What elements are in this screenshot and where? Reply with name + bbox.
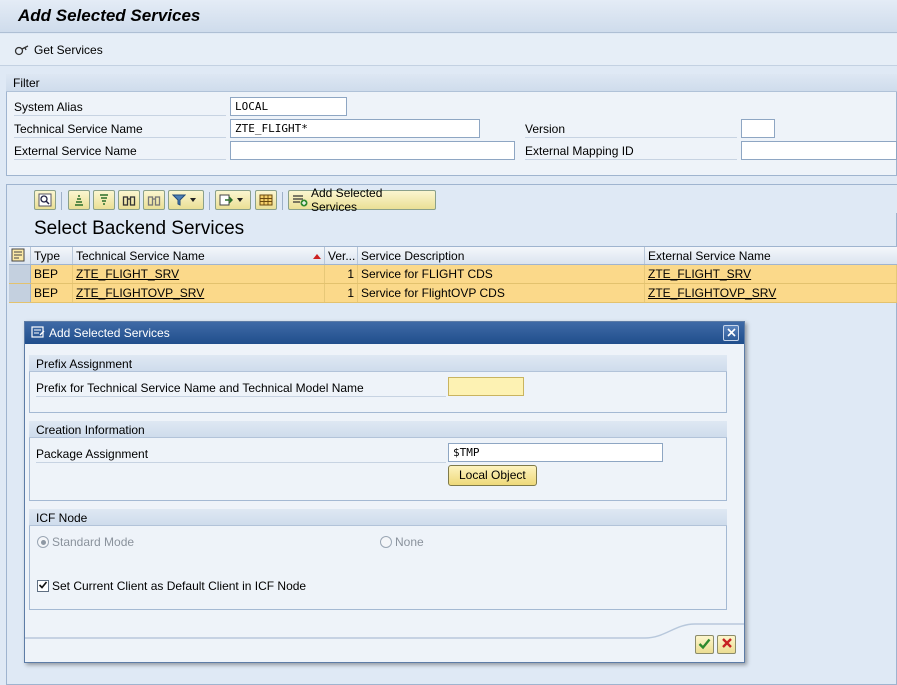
- sort-descending-button[interactable]: [93, 190, 115, 210]
- find-next-button[interactable]: [143, 190, 165, 210]
- none-radio[interactable]: [380, 536, 392, 548]
- page-title: Add Selected Services: [18, 6, 201, 25]
- dialog-title: Add Selected Services: [49, 326, 170, 340]
- local-object-button[interactable]: Local Object: [448, 465, 537, 486]
- external-service-name-field[interactable]: [230, 141, 515, 160]
- add-selected-services-button[interactable]: Add Selected Services: [288, 186, 436, 214]
- find-button[interactable]: [118, 190, 140, 210]
- column-header-external-service-name[interactable]: External Service Name: [645, 247, 897, 264]
- add-selected-services-label: Add Selected Services: [311, 186, 383, 214]
- toolbar-separator: [209, 192, 210, 210]
- checkmark-icon: [698, 637, 711, 653]
- layout-button[interactable]: [255, 190, 277, 210]
- export-button[interactable]: [215, 190, 251, 210]
- alv-toolbar: [7, 185, 897, 213]
- default-client-checkbox[interactable]: [37, 580, 49, 592]
- sort-descending-icon: [97, 193, 111, 207]
- sort-indicator-icon: [313, 248, 321, 262]
- technical-service-name-link[interactable]: ZTE_FLIGHT_SRV: [76, 267, 179, 281]
- get-services-label: Get Services: [34, 43, 103, 57]
- filter-button[interactable]: [168, 190, 204, 210]
- list-title: Select Backend Services: [34, 218, 245, 239]
- toolbar-separator: [61, 192, 62, 210]
- technical-service-name-link[interactable]: ZTE_FLIGHTOVP_SRV: [76, 286, 204, 300]
- prefix-field[interactable]: [448, 377, 524, 396]
- system-alias-label: System Alias: [14, 98, 226, 116]
- sort-ascending-icon: [72, 193, 86, 207]
- dialog-footer-decoration: [25, 623, 744, 639]
- cell-service-description: Service for FLIGHT CDS: [358, 265, 645, 283]
- cell-version: 1: [325, 284, 358, 302]
- grid-icon: [259, 193, 273, 207]
- technical-service-name-label: Technical Service Name: [14, 120, 226, 138]
- filter-header: Filter: [6, 74, 897, 92]
- dialog-close-button[interactable]: [723, 325, 739, 341]
- export-icon: [219, 193, 233, 207]
- standard-mode-label: Standard Mode: [52, 535, 135, 549]
- funnel-icon: [172, 193, 186, 207]
- external-service-name-link[interactable]: ZTE_FLIGHTOVP_SRV: [648, 286, 776, 300]
- standard-mode-radio[interactable]: [37, 536, 49, 548]
- package-assignment-label: Package Assignment: [36, 445, 446, 463]
- row-selector[interactable]: [9, 265, 31, 283]
- technical-service-name-field[interactable]: ZTE_FLIGHT*: [230, 119, 480, 138]
- get-services-icon: [14, 43, 30, 57]
- confirm-button[interactable]: [695, 635, 714, 654]
- version-field[interactable]: [741, 119, 775, 138]
- package-assignment-field[interactable]: $TMP: [448, 443, 663, 462]
- prefix-label: Prefix for Technical Service Name and Te…: [36, 379, 446, 397]
- version-label: Version: [525, 120, 737, 138]
- external-service-name-label: External Service Name: [14, 142, 226, 160]
- system-alias-field[interactable]: LOCAL: [230, 97, 347, 116]
- external-mapping-id-field[interactable]: [741, 141, 897, 160]
- binoculars-next-icon: [147, 193, 161, 207]
- table-header: Type Technical Service Name Ver... Servi…: [9, 246, 897, 265]
- column-header-technical-service-name-label: Technical Service Name: [76, 249, 205, 263]
- table-row[interactable]: BEP ZTE_FLIGHTOVP_SRV 1 Service for Flig…: [9, 284, 897, 303]
- creation-information-header: Creation Information: [29, 421, 727, 438]
- checkmark-icon: [38, 579, 48, 593]
- select-all-icon: [11, 248, 25, 264]
- icf-node-header: ICF Node: [29, 509, 727, 526]
- chevron-down-icon: [237, 197, 243, 203]
- chevron-down-icon: [190, 197, 196, 203]
- default-client-label: Set Current Client as Default Client in …: [52, 579, 307, 593]
- binoculars-icon: [122, 193, 136, 207]
- column-header-version[interactable]: Ver...: [325, 247, 358, 264]
- get-services-button[interactable]: Get Services: [14, 41, 103, 59]
- table-row[interactable]: BEP ZTE_FLIGHT_SRV 1 Service for FLIGHT …: [9, 265, 897, 284]
- application-toolbar: [0, 34, 897, 66]
- cell-service-description: Service for FlightOVP CDS: [358, 284, 645, 302]
- cancel-icon: [721, 637, 733, 652]
- toolbar-separator: [282, 192, 283, 210]
- cell-version: 1: [325, 265, 358, 283]
- cancel-button[interactable]: [717, 635, 736, 654]
- none-label: None: [395, 535, 424, 549]
- column-header-type[interactable]: Type: [31, 247, 73, 264]
- column-header-service-description[interactable]: Service Description: [358, 247, 645, 264]
- cell-type: BEP: [31, 265, 73, 283]
- details-button[interactable]: [34, 190, 56, 210]
- sort-ascending-button[interactable]: [68, 190, 90, 210]
- magnifier-icon: [38, 193, 52, 207]
- select-all-cell[interactable]: [9, 247, 31, 264]
- row-selector[interactable]: [9, 284, 31, 302]
- close-icon: [726, 326, 736, 340]
- column-header-technical-service-name[interactable]: Technical Service Name: [73, 247, 325, 264]
- prefix-assignment-header: Prefix Assignment: [29, 355, 727, 372]
- add-services-icon: [292, 193, 308, 207]
- cell-type: BEP: [31, 284, 73, 302]
- dialog-window-icon: [31, 326, 45, 342]
- external-mapping-id-label: External Mapping ID: [525, 142, 737, 160]
- external-service-name-link[interactable]: ZTE_FLIGHT_SRV: [648, 267, 751, 281]
